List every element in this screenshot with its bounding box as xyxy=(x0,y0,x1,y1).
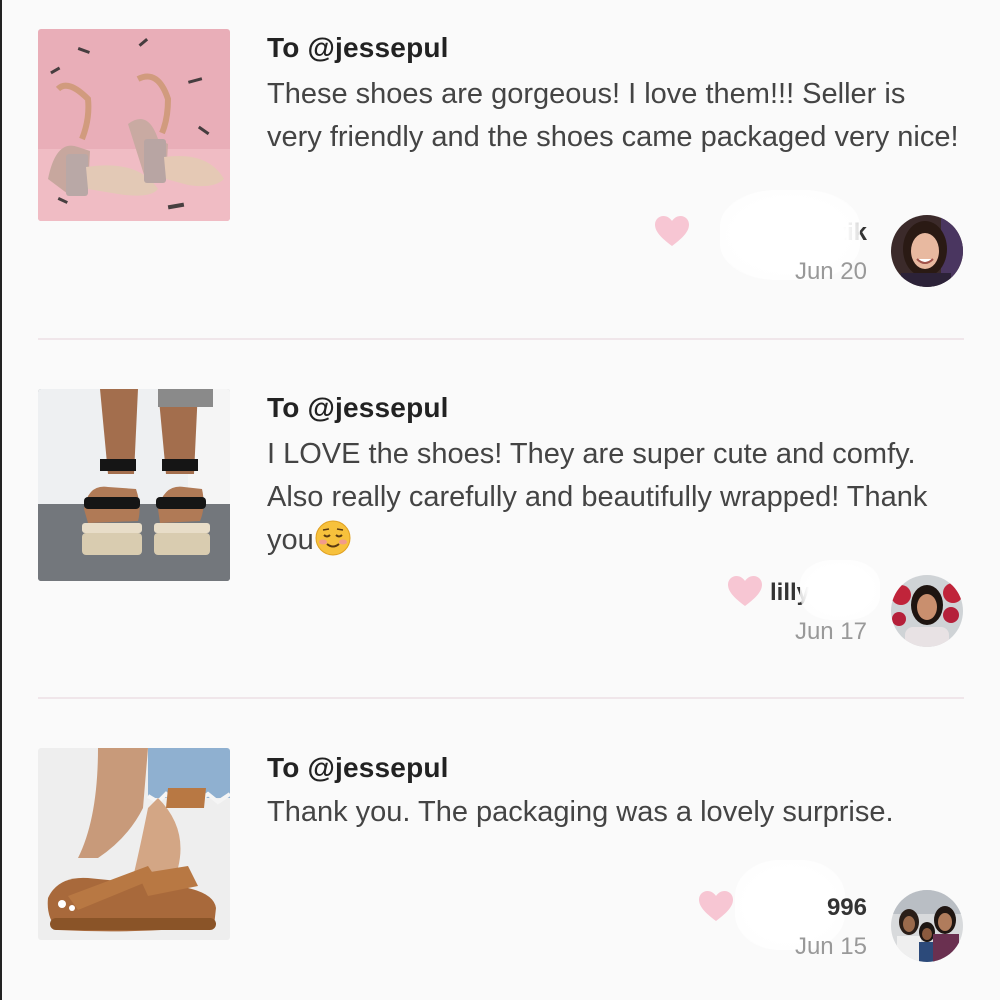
review-text: Thank you. The packaging was a lovely su… xyxy=(267,796,894,828)
divider xyxy=(38,338,964,340)
smiling-face-emoji xyxy=(315,520,351,556)
review-recipient: To @jessepul xyxy=(267,32,449,63)
black-espadrille-sandals-photo xyxy=(38,389,230,581)
reviewer-avatar-photo xyxy=(891,890,963,962)
reviewer-username[interactable]: 996 xyxy=(787,894,867,922)
review-recipient: To @jessepul xyxy=(267,752,449,783)
review-date: Jun 20 xyxy=(794,258,867,285)
review-date: Jun 17 xyxy=(794,618,867,645)
heart-icon[interactable] xyxy=(654,215,690,247)
review-text: I LOVE the shoes! They are super cute an… xyxy=(267,433,967,562)
reviews-page: To @jessepul These shoes are gorgeous! I… xyxy=(0,0,1000,1000)
divider xyxy=(38,697,964,699)
reviewer-avatar[interactable] xyxy=(891,890,963,962)
reviewer-avatar-photo xyxy=(891,575,963,647)
window-edge xyxy=(0,0,2,1000)
reviewer-avatar-photo xyxy=(891,215,963,287)
review-text: These shoes are gorgeous! I love them!!!… xyxy=(267,78,959,153)
review-thumbnail[interactable] xyxy=(38,748,230,940)
tan-strap-sandals-photo xyxy=(38,748,230,940)
review-thumbnail[interactable] xyxy=(38,389,230,581)
review-text-content: I LOVE the shoes! They are super cute an… xyxy=(267,438,928,556)
review-thumbnail[interactable] xyxy=(38,29,230,221)
review-recipient: To @jessepul xyxy=(267,392,449,423)
review-date: Jun 15 xyxy=(794,933,867,960)
glitter-block-heel-sandals-photo xyxy=(38,29,230,221)
reviewer-avatar[interactable] xyxy=(891,215,963,287)
heart-icon[interactable] xyxy=(698,890,734,922)
redaction-blur xyxy=(800,560,880,620)
heart-icon[interactable] xyxy=(727,575,763,607)
reviewer-avatar[interactable] xyxy=(891,575,963,647)
